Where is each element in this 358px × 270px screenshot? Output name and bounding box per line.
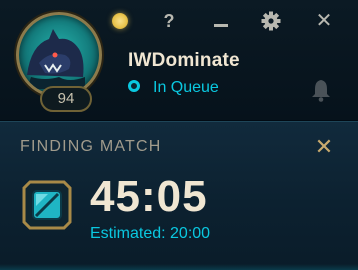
gear-icon [261, 11, 281, 31]
queue-icon [22, 180, 72, 230]
minimize-icon [214, 24, 228, 27]
bell-icon [312, 80, 330, 102]
panel-glow [0, 264, 358, 270]
username[interactable]: IWDominate [128, 50, 240, 72]
notifications-button[interactable] [310, 78, 332, 102]
estimated-time: Estimated: 20:00 [90, 225, 211, 242]
close-button[interactable]: ✕ [313, 10, 335, 32]
cancel-queue-button[interactable]: ✕ [313, 136, 335, 158]
finding-match-title: FINDING MATCH [20, 138, 162, 155]
minimize-button[interactable] [210, 10, 232, 32]
status-sun-icon[interactable] [112, 13, 128, 29]
status-text: In Queue [153, 79, 219, 96]
werewolf-portrait-icon [27, 29, 85, 89]
queue-timer: 45:05 [90, 172, 208, 221]
settings-button[interactable] [260, 10, 282, 32]
help-button[interactable]: ? [158, 10, 180, 32]
status-ring-icon [128, 80, 140, 92]
level-badge: 94 [40, 86, 92, 112]
profile-header: ? ✕ 94 IWDominate In Queue [0, 0, 358, 120]
